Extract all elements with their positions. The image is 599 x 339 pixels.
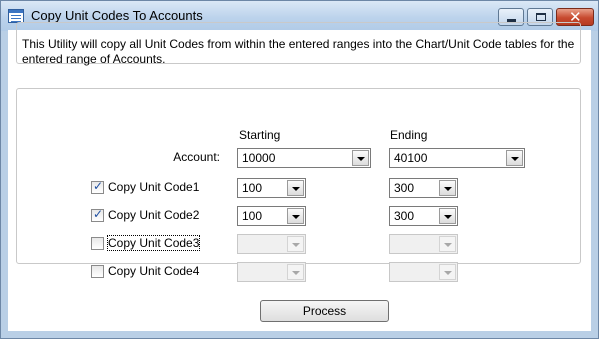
- unit-code2-ending-select[interactable]: 300: [389, 206, 458, 226]
- check-icon: ✓: [93, 207, 104, 221]
- chevron-down-icon[interactable]: [439, 208, 456, 224]
- unit-code4-starting-select[interactable]: [237, 262, 306, 282]
- unit-code2-ending-value: 300: [394, 209, 415, 223]
- chevron-down-icon[interactable]: [439, 180, 456, 196]
- starting-header: Starting: [239, 128, 281, 142]
- unit-code2-checkbox[interactable]: ✓: [91, 207, 104, 222]
- unit-code3-starting-select[interactable]: [237, 234, 306, 254]
- unit-code1-ending-value: 300: [394, 181, 415, 195]
- unit-code4-checkbox[interactable]: [91, 265, 104, 278]
- info-text: This Utility will copy all Unit Codes fr…: [22, 37, 575, 66]
- unit-code1-checkbox[interactable]: ✓: [91, 179, 104, 194]
- unit-code1-ending-select[interactable]: 300: [389, 178, 458, 198]
- chevron-down-icon[interactable]: [287, 208, 304, 224]
- app-window-icon: [8, 9, 24, 23]
- unit-code4-ending-select[interactable]: [389, 262, 458, 282]
- unit-code2-label[interactable]: Copy Unit Code2: [108, 208, 199, 222]
- unit-code2-starting-value: 100: [242, 209, 263, 223]
- account-starting-select[interactable]: 10000: [237, 148, 371, 168]
- chevron-down-icon[interactable]: [506, 150, 523, 166]
- chevron-down-icon[interactable]: [287, 236, 304, 252]
- account-ending-select[interactable]: 40100: [389, 148, 525, 168]
- chevron-down-icon[interactable]: [439, 264, 456, 280]
- ending-header: Ending: [390, 128, 428, 142]
- unit-code4-label[interactable]: Copy Unit Code4: [108, 264, 199, 278]
- account-ending-value: 40100: [394, 151, 428, 165]
- chevron-down-icon[interactable]: [352, 150, 369, 166]
- account-starting-value: 10000: [242, 151, 276, 165]
- chevron-down-icon[interactable]: [287, 264, 304, 280]
- unit-code3-label[interactable]: Copy Unit Code3: [106, 235, 201, 251]
- unit-code3-ending-select[interactable]: [389, 234, 458, 254]
- maximize-icon: [536, 13, 546, 21]
- window-title: Copy Unit Codes To Accounts: [31, 8, 203, 23]
- check-icon: ✓: [93, 179, 104, 193]
- unit-code3-checkbox[interactable]: [91, 237, 104, 250]
- unit-code1-starting-select[interactable]: 100: [237, 178, 306, 198]
- account-label: Account:: [173, 150, 220, 164]
- unit-code1-starting-value: 100: [242, 181, 263, 195]
- chevron-down-icon[interactable]: [439, 236, 456, 252]
- process-button[interactable]: Process: [260, 300, 389, 322]
- chevron-down-icon[interactable]: [287, 180, 304, 196]
- unit-code1-label[interactable]: Copy Unit Code1: [108, 180, 199, 194]
- unit-code2-starting-select[interactable]: 100: [237, 206, 306, 226]
